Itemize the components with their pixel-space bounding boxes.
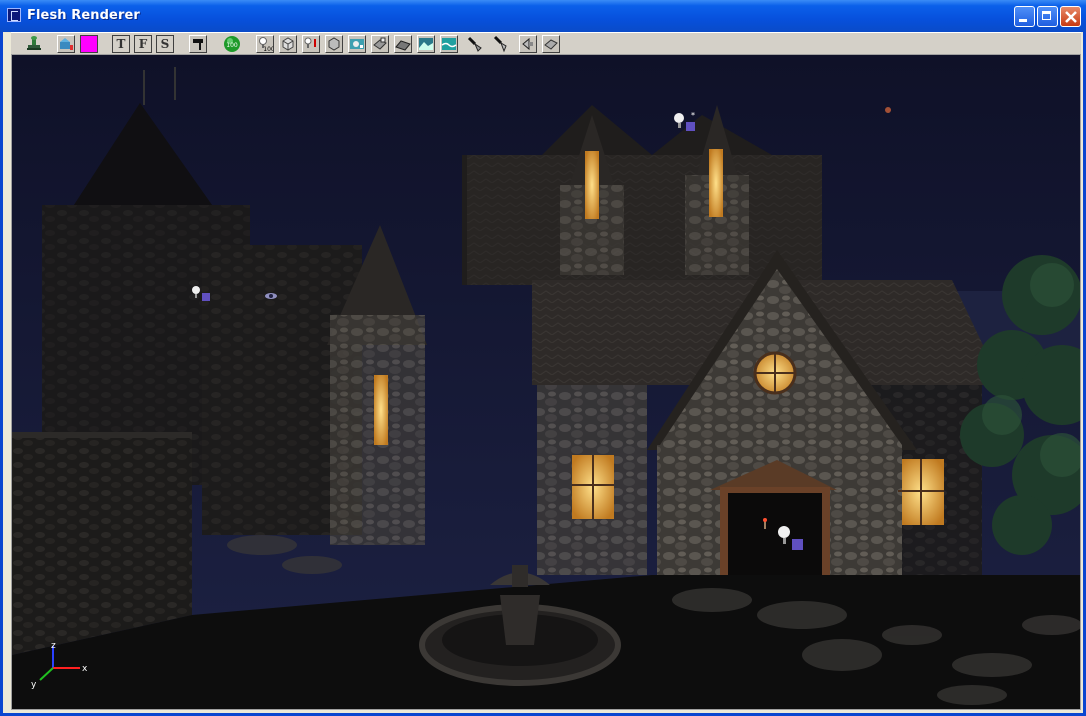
terrain-icon[interactable]	[394, 35, 412, 53]
box-icon[interactable]	[325, 35, 343, 53]
redo-icon[interactable]	[542, 35, 560, 53]
select-button[interactable]	[189, 35, 207, 53]
cube-icon[interactable]	[279, 35, 297, 53]
lights-label: 100	[263, 46, 273, 52]
axis-gizmo: z x y	[31, 641, 88, 690]
camera-icon[interactable]	[348, 35, 366, 53]
render-viewport[interactable]: * z x y	[11, 54, 1081, 710]
undo-icon[interactable]	[519, 35, 537, 53]
app-icon[interactable]	[7, 8, 21, 22]
toolbar: T F S 100 100	[11, 32, 1081, 56]
eye-icon[interactable]	[264, 291, 278, 301]
title-bar[interactable]: Flesh Renderer	[0, 0, 1086, 32]
close-button[interactable]	[1060, 6, 1081, 27]
text-f-button[interactable]: F	[134, 35, 152, 53]
axis-x-label: x	[82, 664, 88, 674]
light-bulb-icon[interactable]	[776, 523, 806, 553]
landscape-icon[interactable]	[417, 35, 435, 53]
light-bulb-icon[interactable]: 100	[256, 35, 275, 53]
light-add-icon[interactable]	[302, 35, 320, 53]
counter-label: 100	[226, 42, 238, 49]
axis-y-label: y	[31, 680, 37, 690]
light-bulb-icon[interactable]	[190, 283, 216, 307]
water-icon[interactable]	[440, 35, 458, 53]
color-swatch[interactable]	[80, 35, 98, 53]
green-ball-icon[interactable]: 100	[223, 35, 241, 53]
svg-text:*: *	[691, 111, 695, 120]
candle-icon	[763, 518, 767, 529]
maximize-button[interactable]	[1037, 6, 1058, 27]
paint-brush-icon[interactable]	[491, 35, 509, 53]
minimize-button[interactable]	[1014, 6, 1035, 27]
stamp-icon[interactable]	[25, 35, 43, 53]
axis-z-label: z	[51, 641, 56, 651]
paint-bucket-icon[interactable]	[57, 35, 75, 53]
text-s-button[interactable]: S	[156, 35, 174, 53]
app-window: Flesh Renderer T F S 100 100 * z x y	[0, 0, 1086, 716]
light-bulb-icon[interactable]: *	[672, 110, 698, 134]
window-title: Flesh Renderer	[27, 8, 140, 23]
close-icon	[1065, 11, 1077, 23]
brush-icon[interactable]	[466, 35, 484, 53]
object-icon[interactable]	[371, 35, 389, 53]
text-t-button[interactable]: T	[112, 35, 130, 53]
castle-scene	[12, 55, 1080, 709]
